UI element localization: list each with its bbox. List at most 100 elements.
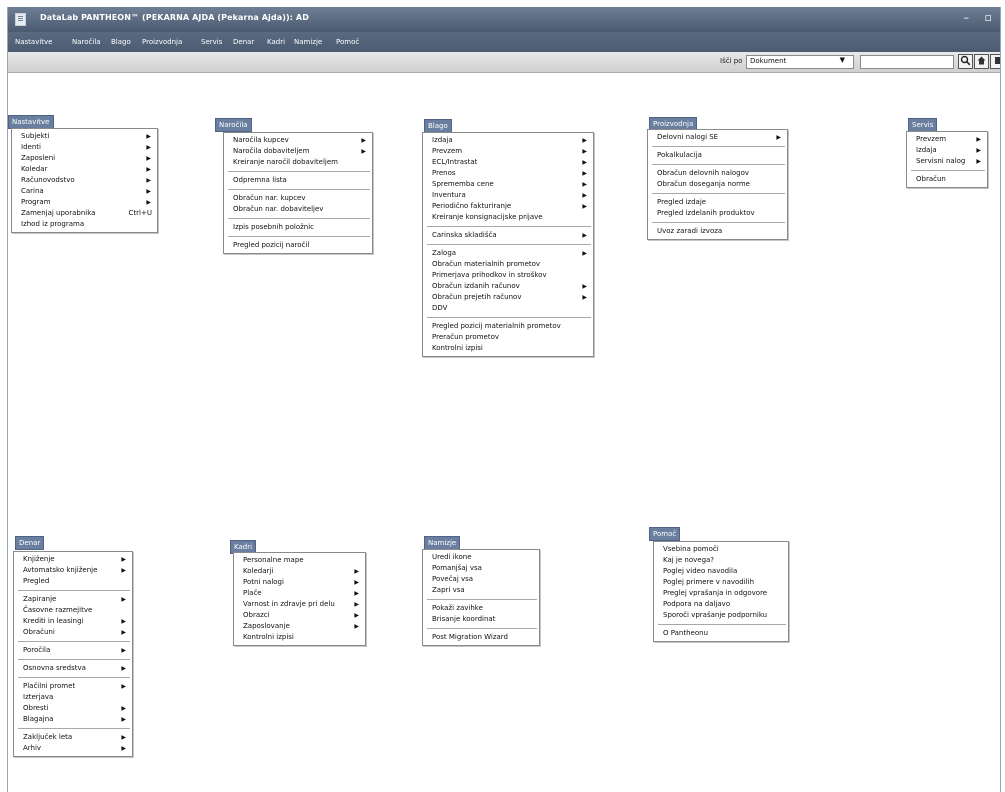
menu-item-primerjava-prihodkov-in-stroskov[interactable]: Primerjava prihodkov in stroškov [423,270,593,281]
menu-item-preglej-vprasanja-in-odgovore[interactable]: Preglej vprašanja in odgovore [654,588,788,599]
menu-item-servisni-nalog[interactable]: Servisni nalog ▶ [907,156,987,167]
menu-item-obracun-prejetih-racunov[interactable]: Obračun prejetih računov ▶ [423,292,593,303]
menu-header-denar[interactable]: Denar [15,536,45,550]
menu-item-pomanjsaj-vsa[interactable]: Pomanjšaj vsa [423,563,539,574]
menu-item-vsebina-pomoci[interactable]: Vsebina pomoči [654,544,788,555]
menu-item-kaj-je-novega[interactable]: Kaj je novega? [654,555,788,566]
menubar-item-servis[interactable]: Servis [201,38,222,46]
menu-item-podpora-na-daljavo[interactable]: Podpora na daljavo [654,599,788,610]
search-icon[interactable] [958,54,973,69]
menu-item-o-pantheonu[interactable]: O Pantheonu [654,628,788,639]
menu-item-zapiranje[interactable]: Zapiranje ▶ [14,594,132,605]
menu-item-uvoz-zaradi-izvoza[interactable]: Uvoz zaradi izvoza [648,226,787,237]
menu-item-prevzem[interactable]: Prevzem ▶ [423,146,593,157]
menu-item-poglej-primere-v-navodilih[interactable]: Poglej primere v navodilih [654,577,788,588]
minimize-button[interactable]: – [964,11,970,24]
menu-item-carinska-skladisca[interactable]: Carinska skladišča ▶ [423,230,593,241]
menu-header-servis[interactable]: Servis [908,118,938,132]
menu-item-placilni-promet[interactable]: Plačilni promet ▶ [14,681,132,692]
menubar-item-blago[interactable]: Blago [111,38,131,46]
menu-item-sporoci-vprasanje-podporniku[interactable]: Sporoči vprašanje podporniku [654,610,788,621]
menu-item-kontrolni-izpisi[interactable]: Kontrolni izpisi [423,343,593,354]
menubar-item-nastavitve[interactable]: Nastavitve [15,38,53,46]
menu-item-post-migration-wizard[interactable]: Post Migration Wizard [423,632,539,643]
menu-item-uredi-ikone[interactable]: Uredi ikone [423,552,539,563]
menubar-item-narocila[interactable]: Naročila [72,38,101,46]
menu-item-personalne-mape[interactable]: Personalne mape [234,555,365,566]
menu-item-izpis-posebnih-poloznic[interactable]: Izpis posebnih položnic [224,222,372,233]
menu-item-zamenjaj-uporabnika[interactable]: Zamenjaj uporabnika Ctrl+U [12,208,157,219]
menu-item-preracun-prometov[interactable]: Preračun prometov [423,332,593,343]
menu-item-zaloga[interactable]: Zaloga ▶ [423,248,593,259]
menu-item-koledar[interactable]: Koledar ▶ [12,164,157,175]
menu-item-zapri-vsa[interactable]: Zapri vsa [423,585,539,596]
menu-item-brisanje-koordinat[interactable]: Brisanje koordinat [423,614,539,625]
menu-item-identi[interactable]: Identi ▶ [12,142,157,153]
menu-item-odpremna-lista[interactable]: Odpremna lista [224,175,372,186]
menubar-item-namizje[interactable]: Namizje [294,38,322,46]
menu-item-obracun-nar-dobaviteljev[interactable]: Obračun nar. dobaviteljev [224,204,372,215]
menu-item-izdaja[interactable]: Izdaja ▶ [423,135,593,146]
menu-item-izterjava[interactable]: Izterjava [14,692,132,703]
menu-item-racunovodstvo[interactable]: Računovodstvo ▶ [12,175,157,186]
menu-item-arhiv[interactable]: Arhiv ▶ [14,743,132,754]
menu-item-obracuni[interactable]: Obračuni ▶ [14,627,132,638]
menu-item-varnost-in-zdravje-pri-delu[interactable]: Varnost in zdravje pri delu ▶ [234,599,365,610]
menu-item-pregled[interactable]: Pregled [14,576,132,587]
menu-item-krediti-in-leasingi[interactable]: Krediti in leasingi ▶ [14,616,132,627]
menu-item-subjekti[interactable]: Subjekti ▶ [12,131,157,142]
menu-item-osnovna-sredstva[interactable]: Osnovna sredstva ▶ [14,663,132,674]
menu-item-pregled-izdaje[interactable]: Pregled izdaje [648,197,787,208]
menu-item-delovni-nalogi-se[interactable]: Delovni nalogi SE ▶ [648,132,787,143]
menu-item-porocila[interactable]: Poročila ▶ [14,645,132,656]
menu-item-obracun-materialnih-prometov[interactable]: Obračun materialnih prometov [423,259,593,270]
menu-item-zaposlovanje[interactable]: Zaposlovanje ▶ [234,621,365,632]
menu-item-program[interactable]: Program ▶ [12,197,157,208]
dropdown-arrow-icon[interactable]: ▼ [840,56,845,64]
menu-item-casovne-razmejitve[interactable]: Časovne razmejitve [14,605,132,616]
menu-item-zakljucek-leta[interactable]: Zaključek leta ▶ [14,732,132,743]
menu-item-inventura[interactable]: Inventura ▶ [423,190,593,201]
menu-item-prenos[interactable]: Prenos ▶ [423,168,593,179]
menu-item-obracun-nar-kupcev[interactable]: Obračun nar. kupcev [224,193,372,204]
menu-header-pomoc[interactable]: Pomoč [649,527,681,541]
menu-item-prevzem[interactable]: Prevzem ▶ [907,134,987,145]
menu-item-narocila-kupcev[interactable]: Naročila kupcev ▶ [224,135,372,146]
menubar-item-pomoc[interactable]: Pomoč [336,38,359,46]
menu-item-periodicno-fakturiranje[interactable]: Periodično fakturiranje ▶ [423,201,593,212]
search-input[interactable] [860,55,954,69]
menu-header-blago[interactable]: Blago [424,119,452,133]
menubar-item-kadri[interactable]: Kadri [267,38,285,46]
menu-item-poglej-video-navodila[interactable]: Poglej video navodila [654,566,788,577]
menu-item-ecl-intrastat[interactable]: ECL/Intrastat ▶ [423,157,593,168]
menu-header-narocila[interactable]: Naročila [215,118,252,132]
menu-item-potni-nalogi[interactable]: Potni nalogi ▶ [234,577,365,588]
menu-item-obracun-doseganja-norme[interactable]: Obračun doseganja norme [648,179,787,190]
menu-item-knjizenje[interactable]: Knjiženje ▶ [14,554,132,565]
menu-item-kreiranje-narocil-dobaviteljem[interactable]: Kreiranje naročil dobaviteljem [224,157,372,168]
menu-item-ddv[interactable]: DDV [423,303,593,314]
menu-item-place[interactable]: Plače ▶ [234,588,365,599]
next-icon[interactable] [990,54,1000,69]
menu-item-obracun-izdanih-racunov[interactable]: Obračun izdanih računov ▶ [423,281,593,292]
menu-item-pokalkulacija[interactable]: Pokalkulacija [648,150,787,161]
menu-item-povecaj-vsa[interactable]: Povečaj vsa [423,574,539,585]
menu-item-kontrolni-izpisi[interactable]: Kontrolni izpisi [234,632,365,643]
menu-item-pregled-pozicij-materialnih-prometov[interactable]: Pregled pozicij materialnih prometov [423,321,593,332]
home-icon[interactable] [974,54,989,69]
search-type-select[interactable]: Dokument ▼ [746,55,854,69]
menu-item-koledarji[interactable]: Koledarji ▶ [234,566,365,577]
menubar-item-proizvodnja[interactable]: Proizvodnja [142,38,182,46]
menu-item-obracun[interactable]: Obračun [907,174,987,185]
menu-item-obrazci[interactable]: Obrazci ▶ [234,610,365,621]
menu-item-obracun-delovnih-nalogov[interactable]: Obračun delovnih nalogov [648,168,787,179]
menu-item-avtomatsko-knjizenje[interactable]: Avtomatsko knjiženje ▶ [14,565,132,576]
menu-item-izdaja[interactable]: Izdaja ▶ [907,145,987,156]
menu-item-zaposleni[interactable]: Zaposleni ▶ [12,153,157,164]
menu-header-nastavitve[interactable]: Nastavitve [8,115,54,129]
menu-item-narocila-dobaviteljem[interactable]: Naročila dobaviteljem ▶ [224,146,372,157]
menu-item-carina[interactable]: Carina ▶ [12,186,157,197]
menu-item-blagajna[interactable]: Blagajna ▶ [14,714,132,725]
app-icon[interactable] [15,13,26,26]
menu-item-obresti[interactable]: Obresti ▶ [14,703,132,714]
